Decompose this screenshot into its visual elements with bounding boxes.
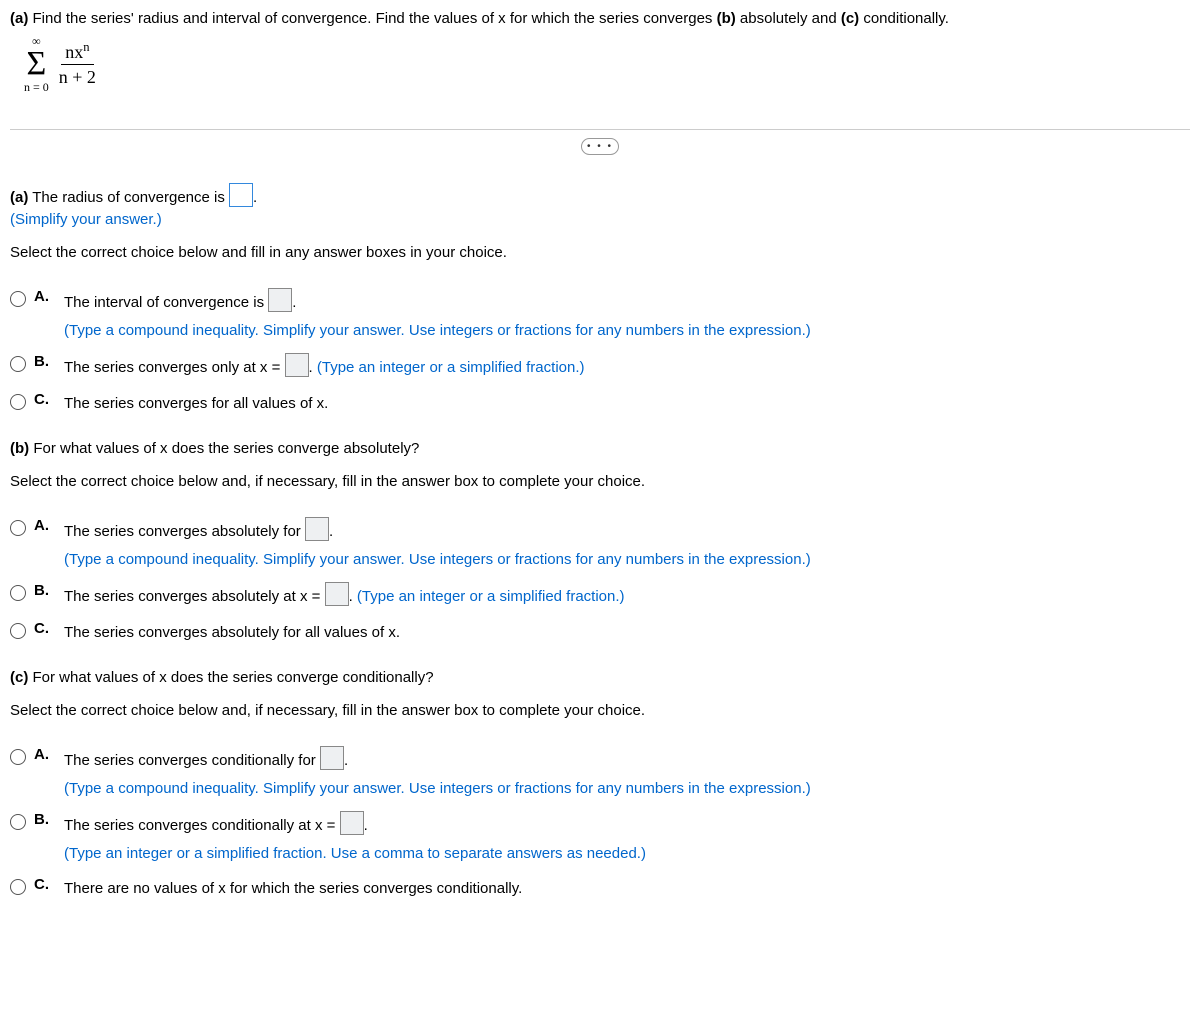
- divider: [10, 129, 1190, 130]
- more-dots-icon[interactable]: • • •: [581, 138, 619, 155]
- radio-c-a[interactable]: [10, 749, 26, 765]
- cond-value-input[interactable]: [340, 811, 364, 835]
- radio-a-a[interactable]: [10, 291, 26, 307]
- choice-b-c: C. The series converges absolutely for a…: [10, 620, 1190, 646]
- denominator: n + 2: [59, 65, 96, 88]
- choice-a-a: A. The interval of convergence is . (Typ…: [10, 288, 1190, 343]
- part-c-section: (c) For what values of x does the series…: [10, 667, 1190, 902]
- simplify-hint: (Simplify your answer.): [10, 209, 1190, 232]
- part-b-question: (b) For what values of x does the series…: [10, 438, 1190, 461]
- cond-interval-input[interactable]: [320, 746, 344, 770]
- part-b-choices: A. The series converges absolutely for .…: [10, 517, 1190, 645]
- problem-statement: (a) Find the series' radius and interval…: [10, 8, 1190, 31]
- radio-a-c[interactable]: [10, 394, 26, 410]
- abs-interval-input[interactable]: [305, 517, 329, 541]
- part-a-instruction: Select the correct choice below and fill…: [10, 242, 1190, 265]
- radio-c-c[interactable]: [10, 879, 26, 895]
- radio-b-a[interactable]: [10, 520, 26, 536]
- choice-b-b: B. The series converges absolutely at x …: [10, 582, 1190, 610]
- radio-b-c[interactable]: [10, 623, 26, 639]
- choice-a-b: B. The series converges only at x = . (T…: [10, 353, 1190, 381]
- part-b-label: (b): [717, 10, 736, 27]
- part-c-instruction: Select the correct choice below and, if …: [10, 700, 1190, 723]
- fraction: nxn n + 2: [59, 40, 96, 87]
- choice-c-b: B. The series converges conditionally at…: [10, 811, 1190, 866]
- part-b-instruction: Select the correct choice below and, if …: [10, 471, 1190, 494]
- value-input-a-b[interactable]: [285, 353, 309, 377]
- part-a-label: (a): [10, 10, 28, 27]
- part-a-choices: A. The interval of convergence is . (Typ…: [10, 288, 1190, 416]
- radio-a-b[interactable]: [10, 356, 26, 372]
- numerator: nxn: [61, 40, 93, 65]
- part-b-section: (b) For what values of x does the series…: [10, 438, 1190, 645]
- part-c-label: (c): [841, 10, 859, 27]
- choice-c-c: C. There are no values of x for which th…: [10, 876, 1190, 902]
- radio-b-b[interactable]: [10, 585, 26, 601]
- part-c-question: (c) For what values of x does the series…: [10, 667, 1190, 690]
- choice-c-a: A. The series converges conditionally fo…: [10, 746, 1190, 801]
- series-formula: ∞ Σ n = 0 nxn n + 2: [24, 35, 1190, 93]
- choice-b-a: A. The series converges absolutely for .…: [10, 517, 1190, 572]
- part-c-choices: A. The series converges conditionally fo…: [10, 746, 1190, 902]
- radius-input[interactable]: [229, 183, 253, 207]
- choice-a-c: C. The series converges for all values o…: [10, 391, 1190, 417]
- sigma-icon: Σ: [26, 47, 46, 81]
- sum-lower-limit: n = 0: [24, 81, 49, 93]
- part-a-section: (a) The radius of convergence is . (Simp…: [10, 183, 1190, 417]
- interval-input-a[interactable]: [268, 288, 292, 312]
- part-a-question: (a) The radius of convergence is .: [10, 183, 1190, 210]
- radio-c-b[interactable]: [10, 814, 26, 830]
- sigma-block: ∞ Σ n = 0: [24, 35, 49, 93]
- abs-value-input[interactable]: [325, 582, 349, 606]
